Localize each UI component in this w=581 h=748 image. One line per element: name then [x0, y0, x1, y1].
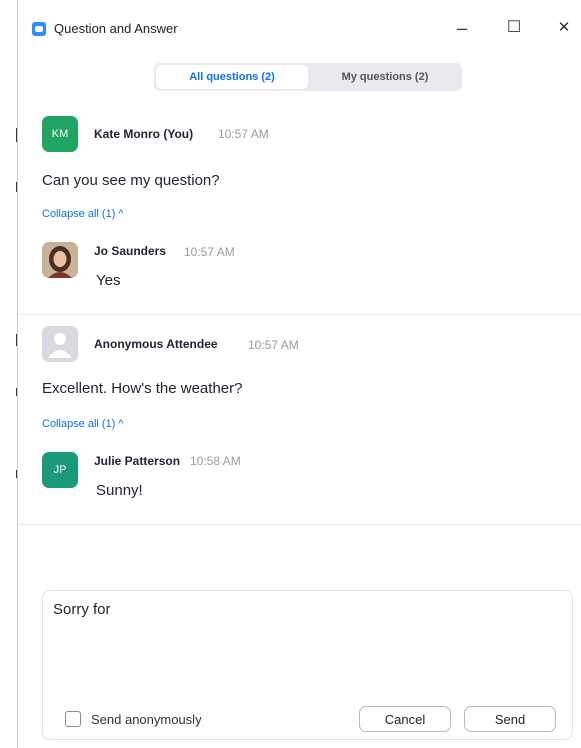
- question-time: 10:57 AM: [248, 338, 299, 352]
- close-button[interactable]: ✕: [550, 14, 578, 42]
- divider: [18, 524, 581, 525]
- reply-time: 10:58 AM: [190, 454, 241, 468]
- question-composer: Sorry for Send anonymously Cancel Send: [42, 590, 573, 740]
- question-text: Can you see my question?: [42, 172, 220, 189]
- window-title: Question and Answer: [54, 21, 178, 36]
- reply-author: Julie Patterson: [94, 454, 181, 468]
- question-author: Anonymous Attendee: [94, 337, 218, 351]
- question-item: KM Kate Monro (You) 10:57 AM Can you see…: [18, 114, 581, 314]
- send-anonymously-checkbox[interactable]: [65, 711, 81, 727]
- send-button[interactable]: Send: [464, 706, 556, 732]
- collapse-all-link[interactable]: Collapse all (1) ^: [42, 208, 124, 220]
- reply-text: Yes: [96, 272, 121, 289]
- maximize-button[interactable]: ☐: [500, 14, 528, 42]
- divider: [18, 314, 581, 315]
- question-author: Kate Monro (You): [94, 127, 194, 141]
- collapse-all-link[interactable]: Collapse all (1) ^: [42, 418, 124, 430]
- tab-all-questions[interactable]: All questions (2): [156, 65, 308, 89]
- question-time: 10:57 AM: [218, 127, 269, 141]
- anonymous-avatar-icon: [42, 326, 78, 362]
- reply-text: Sunny!: [96, 482, 143, 499]
- title-bar: Question and Answer – ☐ ✕: [18, 0, 581, 42]
- qa-window: Question and Answer – ☐ ✕ All questions …: [17, 0, 581, 748]
- avatar: JP: [42, 452, 78, 488]
- question-text: Excellent. How's the weather?: [42, 380, 243, 397]
- avatar: KM: [42, 116, 78, 152]
- tab-my-questions[interactable]: My questions (2): [310, 65, 460, 89]
- cancel-button[interactable]: Cancel: [359, 706, 451, 732]
- question-input[interactable]: Sorry for: [53, 601, 553, 681]
- minimize-button[interactable]: –: [448, 14, 476, 42]
- background-edge: [0, 0, 18, 748]
- avatar: [42, 242, 78, 278]
- send-anonymously-label: Send anonymously: [91, 712, 202, 727]
- question-tabs: All questions (2) My questions (2): [154, 63, 462, 91]
- reply-time: 10:57 AM: [184, 245, 235, 259]
- zoom-app-icon: [32, 22, 46, 36]
- question-item: Anonymous Attendee 10:57 AM Excellent. H…: [18, 326, 581, 524]
- reply-author: Jo Saunders: [94, 244, 167, 258]
